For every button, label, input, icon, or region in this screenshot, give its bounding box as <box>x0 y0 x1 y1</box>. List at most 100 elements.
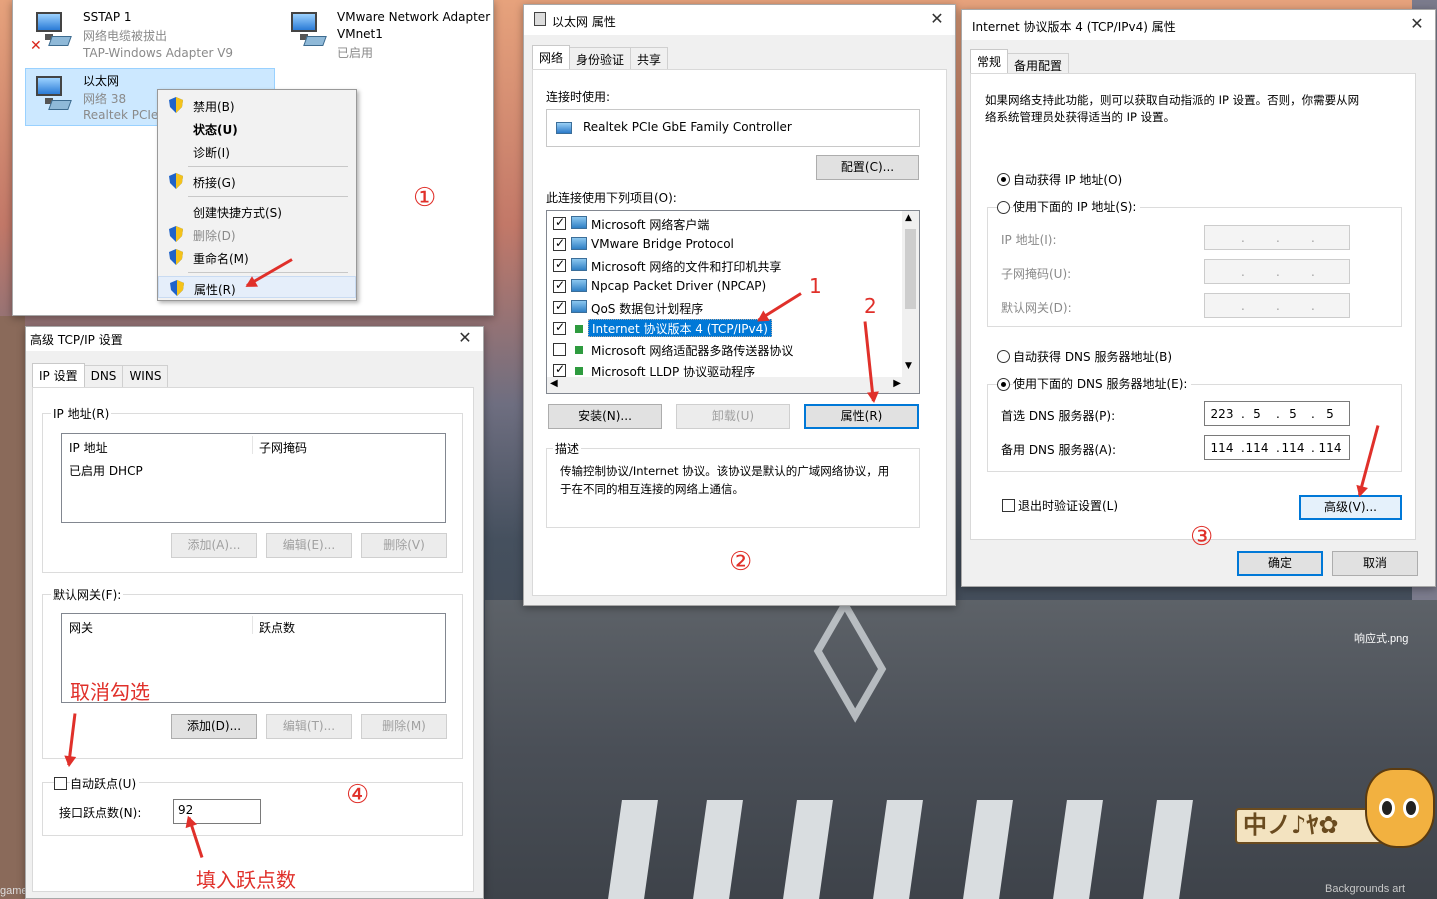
adapter-sstap-device: TAP-Windows Adapter V9 <box>83 46 234 60</box>
manual-dns-label[interactable]: 使用下面的 DNS 服务器地址(E): <box>1013 375 1192 392</box>
list-item[interactable]: Microsoft 网络适配器多路传送器协议 <box>553 339 893 360</box>
menu-delete-label: 删除(D) <box>193 229 236 243</box>
subnet-mask-input[interactable]: ... <box>1204 259 1350 284</box>
metric-col-header[interactable]: 跃点数 <box>259 619 295 636</box>
close-icon[interactable]: ✕ <box>455 328 475 347</box>
tab-general[interactable]: 常规 <box>970 49 1009 73</box>
ip-col-header[interactable]: IP 地址 <box>69 439 108 456</box>
ok-button[interactable]: 确定 <box>1237 551 1323 576</box>
radio-auto-dns[interactable] <box>997 350 1010 363</box>
adapter-box: Realtek PCIe GbE Family Controller <box>546 109 920 147</box>
alternate-dns-input[interactable]: 114. 114. 114. 114 <box>1204 435 1350 460</box>
gateway-input[interactable]: ... <box>1204 293 1350 318</box>
menu-bridge[interactable]: 桥接(G) <box>158 170 356 192</box>
configure-button[interactable]: 配置(C)... <box>816 155 919 180</box>
tab-dns[interactable]: DNS <box>83 365 124 387</box>
tab-authentication[interactable]: 身份验证 <box>569 47 632 69</box>
desktop-file-label[interactable]: 响应式.png <box>1354 630 1408 646</box>
list-item[interactable]: Npcap Packet Driver (NPCAP) <box>553 276 893 297</box>
list-item-ipv4[interactable]: Internet 协议版本 4 (TCP/IPv4) <box>553 318 893 339</box>
edit-ip-button[interactable]: 编辑(E)... <box>266 533 352 558</box>
annotation-uncheck: 取消勾选 <box>70 680 150 704</box>
items-label: 此连接使用下列项目(O): <box>546 191 677 205</box>
menu-disable-label: 禁用(B) <box>193 100 235 114</box>
item-checkbox[interactable] <box>553 278 566 293</box>
item-checkbox[interactable] <box>553 320 566 335</box>
list-item[interactable]: QoS 数据包计划程序 <box>553 297 893 318</box>
preferred-dns-input[interactable]: 223. 5. 5. 5 <box>1204 401 1350 426</box>
adapter-sstap-name[interactable]: SSTAP 1 <box>83 10 132 24</box>
annotation-circle-4: ④ <box>346 780 370 810</box>
auto-dns-label[interactable]: 自动获得 DNS 服务器地址(B) <box>1013 348 1172 365</box>
scroll-thumb <box>905 229 916 309</box>
adapter-sstap-icon[interactable]: ✕ <box>30 10 72 54</box>
validate-checkbox[interactable] <box>1002 499 1015 512</box>
uac-shield-icon <box>169 97 183 113</box>
stamp-mascot <box>1365 768 1435 848</box>
tab-strip: IP 设置 DNS WINS <box>32 363 169 387</box>
scroll-down-icon: ▼ <box>905 361 912 371</box>
item-checkbox[interactable] <box>553 236 566 251</box>
auto-metric-checkbox[interactable] <box>54 777 67 790</box>
adapter-vmnet1-name[interactable]: VMware Network Adapter <box>337 10 490 24</box>
item-checkbox[interactable] <box>553 257 566 272</box>
wallpaper-credit: Backgrounds art <box>1325 883 1406 895</box>
install-button[interactable]: 安装(N)... <box>548 404 662 429</box>
menu-disable[interactable]: 禁用(B) <box>158 94 356 116</box>
tab-ip-settings[interactable]: IP 设置 <box>32 363 85 387</box>
annotation-circle-1: ① <box>413 183 437 213</box>
mask-col-header[interactable]: 子网掩码 <box>259 439 307 456</box>
wallpaper-left-wall <box>0 316 25 899</box>
menu-diagnose[interactable]: 诊断(I) <box>158 140 356 162</box>
advanced-button[interactable]: 高级(V)... <box>1299 495 1402 520</box>
vertical-scrollbar[interactable]: ▲ ▼ <box>902 211 919 393</box>
item-checkbox[interactable] <box>553 343 566 356</box>
close-icon[interactable]: ✕ <box>927 9 947 28</box>
adapter-vmnet1-icon[interactable] <box>285 10 327 48</box>
edit-gateway-button[interactable]: 编辑(T)... <box>266 714 352 739</box>
radio-manual-dns[interactable] <box>997 378 1010 391</box>
add-gateway-button[interactable]: 添加(D)... <box>171 714 257 739</box>
item-checkbox[interactable] <box>553 362 566 377</box>
advanced-tcpip-window: 高级 TCP/IP 设置 ✕ IP 设置 DNS WINS IP 地址(R) I… <box>25 326 484 899</box>
auto-ip-label[interactable]: 自动获得 IP 地址(O) <box>1013 171 1122 188</box>
uac-shield-icon <box>170 280 184 296</box>
remove-ip-button[interactable]: 删除(V) <box>361 533 447 558</box>
add-ip-button[interactable]: 添加(A)... <box>171 533 257 558</box>
menu-status[interactable]: 状态(U) <box>158 117 356 139</box>
uac-shield-icon <box>169 226 183 242</box>
adapter-ethernet-icon[interactable] <box>30 74 72 112</box>
list-item[interactable]: VMware Bridge Protocol <box>553 234 893 255</box>
item-checkbox[interactable] <box>553 299 566 314</box>
tab-wins[interactable]: WINS <box>122 365 169 387</box>
list-item[interactable]: Microsoft 网络客户端 <box>553 213 893 234</box>
description-text-1: 传输控制协议/Internet 协议。该协议是默认的广域网络协议，用 <box>560 464 890 478</box>
tab-network[interactable]: 网络 <box>532 45 571 69</box>
table-row[interactable]: 已启用 DHCP <box>69 462 143 479</box>
close-icon[interactable]: ✕ <box>1407 14 1427 33</box>
uninstall-button[interactable]: 卸载(U) <box>676 404 790 429</box>
radio-manual-ip[interactable] <box>997 201 1010 214</box>
ip-address-table[interactable]: IP 地址 子网掩码 已启用 DHCP <box>61 433 446 523</box>
interface-metric-label: 接口跃点数(N): <box>59 806 142 820</box>
tab-alternate[interactable]: 备用配置 <box>1007 53 1070 75</box>
gateway-col-header[interactable]: 网关 <box>69 619 93 636</box>
menu-delete[interactable]: 删除(D) <box>158 223 356 245</box>
tab-sharing[interactable]: 共享 <box>630 47 669 69</box>
titlebar: Internet 协议版本 4 (TCP/IPv4) 属性 ✕ <box>962 10 1435 40</box>
item-checkbox[interactable] <box>553 215 566 230</box>
horizontal-scrollbar[interactable]: ◀ ▶ <box>547 377 904 393</box>
menu-rename[interactable]: 重命名(M) <box>158 246 356 268</box>
validate-label[interactable]: 退出时验证设置(L) <box>1018 497 1118 514</box>
auto-metric-label[interactable]: 自动跃点(U) <box>70 775 140 792</box>
manual-ip-label[interactable]: 使用下面的 IP 地址(S): <box>1013 198 1141 215</box>
menu-create-shortcut[interactable]: 创建快捷方式(S) <box>158 200 356 222</box>
ip-address-input[interactable]: ... <box>1204 225 1350 250</box>
annotation-fill-metric: 填入跃点数 <box>196 868 296 892</box>
list-item[interactable]: Microsoft 网络的文件和打印机共享 <box>553 255 893 276</box>
remove-gateway-button[interactable]: 删除(M) <box>361 714 447 739</box>
cancel-button[interactable]: 取消 <box>1332 551 1418 576</box>
adapter-ethernet-name[interactable]: 以太网 <box>83 72 119 89</box>
radio-auto-ip[interactable] <box>997 173 1010 186</box>
properties-button[interactable]: 属性(R) <box>804 404 919 429</box>
